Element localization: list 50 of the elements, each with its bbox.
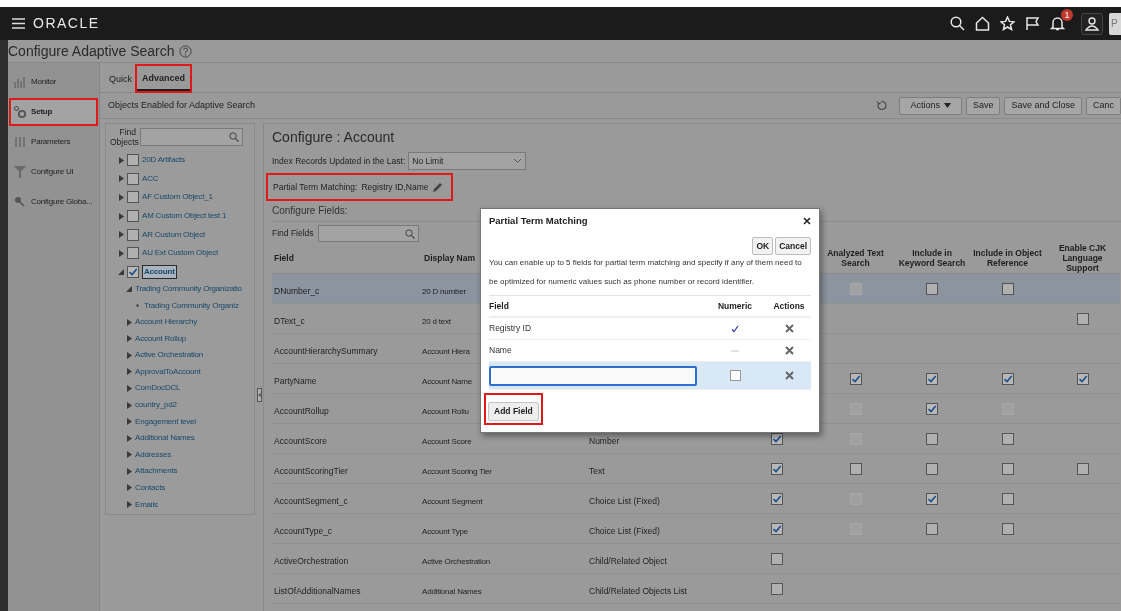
column-header: Actions xyxy=(772,299,806,313)
column-header: Display Nam xyxy=(423,253,476,263)
table-cell-text: Choice List (Fixed) xyxy=(588,525,660,536)
table-cell: Active Orchestration xyxy=(422,556,491,566)
table-cell: Account Segment xyxy=(422,496,483,506)
table-cell-text: ListOfAdditionalNames xyxy=(273,585,361,596)
table-cell-text: AccountRollup xyxy=(273,405,329,416)
table-cell-text: AccountType_c xyxy=(273,525,333,536)
table-cell-text: DText_c xyxy=(273,315,305,326)
table-cell: 20 D number xyxy=(422,286,467,296)
table-cell-text: Name xyxy=(489,344,513,357)
column-header: Field xyxy=(273,253,294,263)
subheading: Configure Fields: xyxy=(272,204,348,218)
table-cell-text: AccountScore xyxy=(273,435,327,446)
table-cell: Additional Names xyxy=(422,586,482,596)
table-cell-text: Choice List (Fixed) xyxy=(588,495,660,506)
section-title: Objects Enabled for Adaptive Search xyxy=(108,98,256,112)
field-label: Partial Term Matching: xyxy=(273,180,358,194)
table-cell-text: Text xyxy=(588,465,605,476)
field-value: Registry ID,Name xyxy=(361,180,429,194)
table-cell-text: Child/Related Object xyxy=(588,555,667,566)
table-cell: Account Scoring Tier xyxy=(422,466,492,476)
column-header: Numeric xyxy=(717,299,753,313)
table-cell: Account Name xyxy=(422,376,473,386)
table-cell: 20 d text xyxy=(422,316,451,326)
column-header: Enable CJK Language Support xyxy=(1057,243,1108,273)
table-cell: Account Rollu xyxy=(422,406,469,416)
table-cell-text: PartyName xyxy=(273,375,317,386)
dialog-title: Partial Term Matching xyxy=(489,213,588,228)
table-cell-text: AccountSegment_c xyxy=(273,495,348,506)
table-cell: Account Type xyxy=(422,526,468,536)
table-cell-text: Registry ID xyxy=(489,322,533,335)
column-header: Include in Object Reference xyxy=(972,248,1043,268)
field-label: Index Records Updated in the Last: xyxy=(272,154,406,168)
table-cell: Account Score xyxy=(422,436,472,446)
table-cell-text: AccountHierarchySummary xyxy=(273,345,378,356)
column-header: Field xyxy=(489,299,510,313)
page-title: Configure Adaptive Search xyxy=(8,41,175,61)
table-cell: Account Hiera xyxy=(422,346,470,356)
column-header: Include in Keyword Search xyxy=(897,248,967,268)
notification-badge: 1 xyxy=(1061,9,1073,21)
field-label: Find Fields xyxy=(272,227,314,240)
dialog-message: You can enable up to 5 fields for partial term matching and specify if any of them need to be optimized for numeric values such as phone number or record identifier. xyxy=(489,253,811,296)
panel-title: Configure : Account xyxy=(272,128,396,147)
table-cell-text: ActiveOrchestration xyxy=(273,555,349,566)
column-header: Analyzed Text Search xyxy=(826,248,885,268)
table-cell-text: Number xyxy=(588,435,620,446)
table-cell-text: AccountScoringTier xyxy=(273,465,348,476)
table-cell-text: Child/Related Objects List xyxy=(588,585,687,596)
table-cell-text: DNumber_c xyxy=(273,285,320,296)
